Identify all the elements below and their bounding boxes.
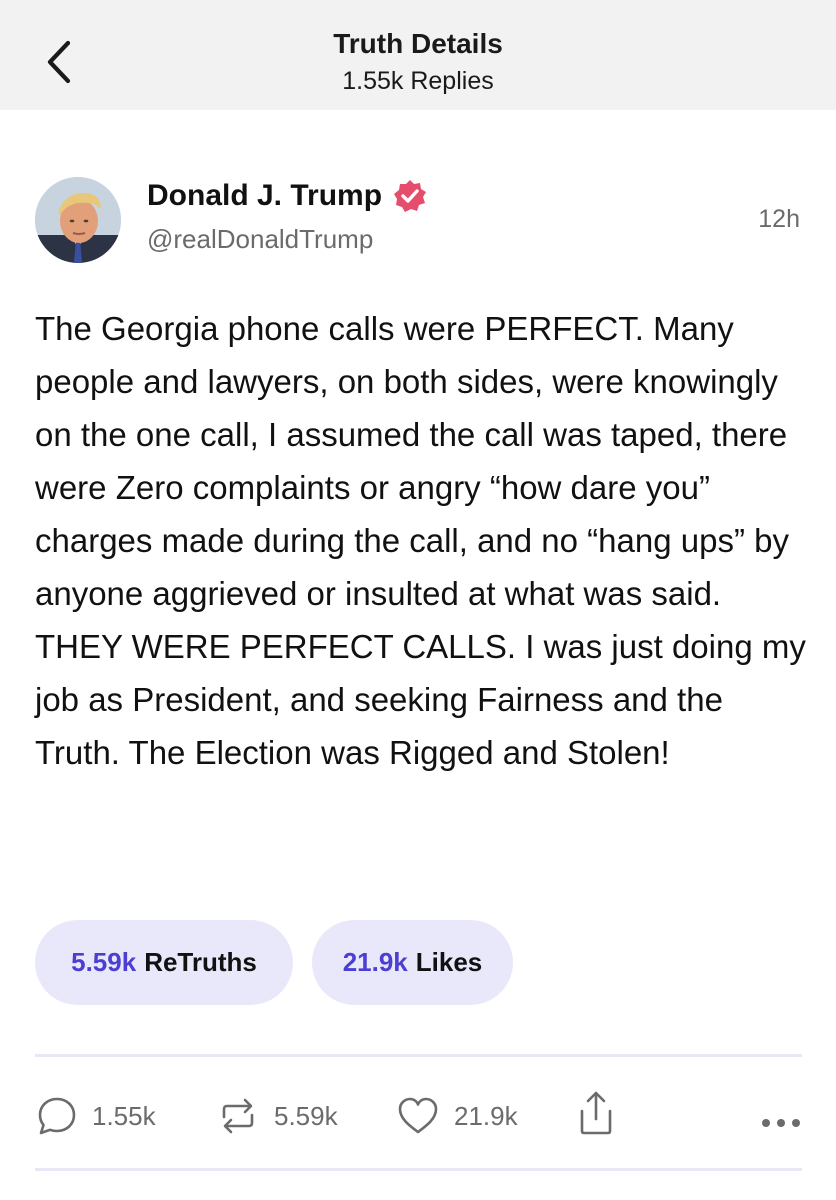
share-icon: [580, 1091, 612, 1135]
like-count: 21.9k: [454, 1100, 518, 1131]
retruths-count-pill[interactable]: 5.59k ReTruths: [35, 920, 293, 1005]
share-button[interactable]: [576, 1090, 630, 1136]
retruth-button[interactable]: 5.59k: [216, 1093, 338, 1139]
post-timestamp: 12h: [758, 205, 800, 233]
author-handle[interactable]: @realDonaldTrump: [147, 224, 373, 255]
likes-label: Likes: [415, 947, 483, 977]
likes-count-pill[interactable]: 21.9k Likes: [312, 920, 513, 1005]
reply-count: 1.55k: [92, 1100, 156, 1131]
retruths-label: ReTruths: [144, 947, 257, 977]
reply-count-subtitle: 1.55k Replies: [342, 67, 494, 95]
author-name: Donald J. Trump: [147, 179, 383, 212]
divider: [35, 1054, 802, 1057]
likes-count: 21.9k: [342, 947, 408, 977]
reply-button[interactable]: 1.55k: [36, 1093, 156, 1139]
like-button[interactable]: 21.9k: [396, 1093, 518, 1139]
avatar-portrait: [35, 177, 121, 263]
page-title: Truth Details: [333, 28, 503, 59]
repost-arrows-icon: [222, 1098, 254, 1134]
post-body-text: The Georgia phone calls were PERFECT. Ma…: [35, 310, 806, 771]
retruths-count: 5.59k: [71, 947, 137, 977]
retruth-count: 5.59k: [274, 1100, 338, 1131]
more-options-button[interactable]: [760, 1100, 816, 1146]
author-name-row[interactable]: Donald J. Trump: [147, 178, 428, 214]
author-avatar[interactable]: [35, 177, 121, 263]
speech-bubble-icon: [38, 1097, 76, 1135]
divider: [35, 1168, 802, 1171]
verified-badge-icon: [394, 180, 427, 212]
top-navigation-bar: Truth Details 1.55k Replies: [0, 0, 836, 110]
heart-icon: [398, 1097, 438, 1134]
ellipsis-icon: [762, 1119, 800, 1127]
